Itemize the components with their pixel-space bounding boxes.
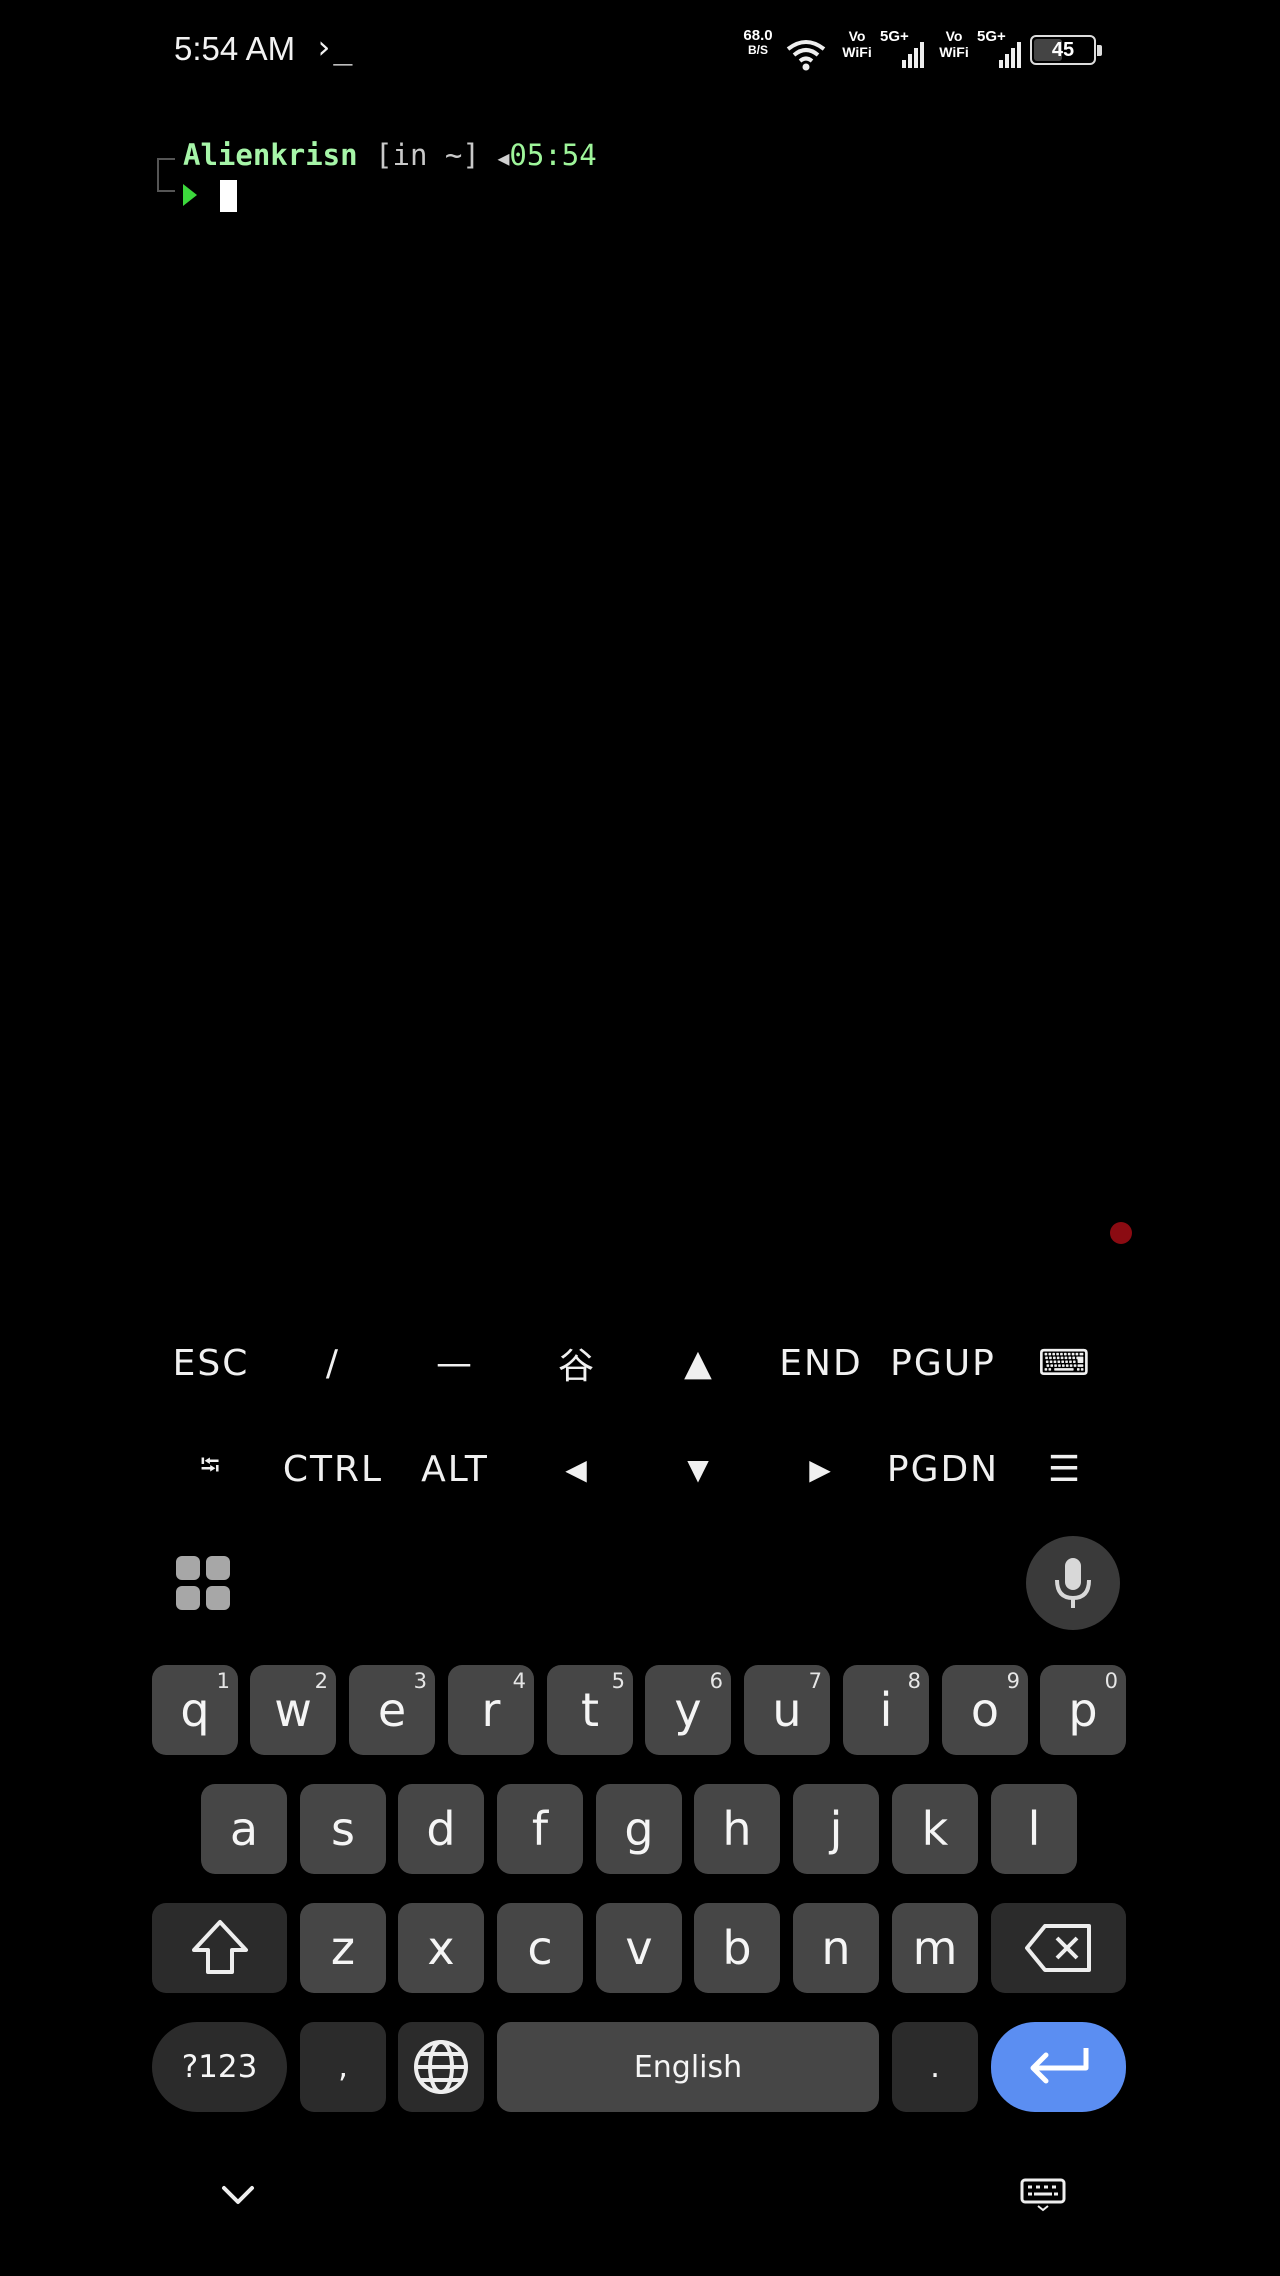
mic-icon [1055,1558,1091,1608]
battery-level: 45 [1051,39,1075,61]
prompt-time: 05:54 [509,138,597,172]
apps-grid-icon[interactable] [176,1556,230,1610]
prompt-line: Alienkrisn [in ~] ◀05:54 [183,138,597,172]
terminal-notification-icon: ›_ [314,28,353,66]
extra-key-up[interactable]: ▲ [638,1326,760,1400]
backspace-key[interactable] [991,1903,1126,1993]
prompt-directory: [in ~] [375,138,480,172]
key-q[interactable]: q1 [152,1665,238,1755]
extra-key-ctrl[interactable]: CTRL [272,1432,394,1506]
comma-key[interactable]: , [300,2022,386,2112]
extra-key-dash[interactable]: — [394,1326,516,1400]
key-w[interactable]: w2 [250,1665,336,1755]
extra-keys-row-2: ⭾ CTRL ALT ◀ ▼ ▶ PGDN ☰ [150,1432,1130,1506]
key-e[interactable]: e3 [349,1665,435,1755]
extra-key-home[interactable]: 谷 [516,1326,638,1400]
backspace-icon [1024,1924,1091,1972]
key-g[interactable]: g [596,1784,682,1874]
enter-icon [1030,2048,1088,2084]
status-bar: 5:54 AM ›_ 68.0 B/S Vo WiFi 5G+ Vo WiFi … [0,0,1280,100]
key-v[interactable]: v [596,1903,682,1993]
sim1-signal: 5G+ [880,28,928,74]
extra-key-left[interactable]: ◀ [516,1432,638,1506]
key-i[interactable]: i8 [843,1665,929,1755]
terminal-cursor [220,180,237,212]
extra-key-keyboard-icon[interactable]: ⌨ [1004,1326,1126,1400]
wifi-icon [786,40,826,71]
key-s[interactable]: s [300,1784,386,1874]
key-p[interactable]: p0 [1040,1665,1126,1755]
key-r[interactable]: r4 [448,1665,534,1755]
space-key[interactable]: English [497,2022,879,2112]
extra-key-esc[interactable]: ESC [150,1326,272,1400]
extra-key-slash[interactable]: / [272,1326,394,1400]
globe-icon [414,2040,468,2094]
prompt-bracket-decoration [157,158,175,192]
network-speed-unit: B/S [747,43,768,57]
prompt-caret-icon [183,184,197,206]
extra-key-menu-icon[interactable]: ☰ [1004,1432,1126,1506]
status-time: 5:54 AM [174,30,296,67]
extra-key-pgup[interactable]: PGUP [882,1326,1004,1400]
extra-key-pgdn[interactable]: PGDN [882,1432,1004,1506]
key-j[interactable]: j [793,1784,879,1874]
key-a[interactable]: a [201,1784,287,1874]
terminal-view[interactable]: Alienkrisn [in ~] ◀05:54 [0,100,1280,1310]
key-l[interactable]: l [991,1784,1077,1874]
sim2-signal: 5G+ [977,28,1025,74]
key-z[interactable]: z [300,1903,386,1993]
key-b[interactable]: b [694,1903,780,1993]
key-o[interactable]: o9 [942,1665,1028,1755]
key-f[interactable]: f [497,1784,583,1874]
network-speed-value: 68.0 [743,27,773,44]
voice-input-button[interactable] [1026,1536,1120,1630]
key-h[interactable]: h [694,1784,780,1874]
key-c[interactable]: c [497,1903,583,1993]
shift-key[interactable] [152,1903,287,1993]
language-key[interactable] [398,2022,484,2112]
prompt-arrow-icon: ◀ [497,146,510,170]
extra-key-end[interactable]: END [760,1326,882,1400]
period-key[interactable]: . [892,2022,978,2112]
key-d[interactable]: d [398,1784,484,1874]
key-u[interactable]: u7 [744,1665,830,1755]
extra-key-tab[interactable]: ⭾ [150,1432,272,1506]
chevron-down-icon[interactable] [220,2182,256,2206]
key-n[interactable]: n [793,1903,879,1993]
symbols-key[interactable]: ?123 [152,2022,287,2112]
key-t[interactable]: t5 [547,1665,633,1755]
navigation-bar [0,2160,1280,2260]
keyboard-toolbar [150,1530,1130,1634]
enter-key[interactable] [991,2022,1126,2112]
key-x[interactable]: x [398,1903,484,1993]
extra-key-right[interactable]: ▶ [760,1432,882,1506]
key-y[interactable]: y6 [645,1665,731,1755]
extra-key-down[interactable]: ▼ [638,1432,760,1506]
recording-indicator [1110,1222,1132,1244]
sim2-vowifi-label: Vo WiFi [939,28,969,60]
signal-bars-icon [902,42,924,68]
key-k[interactable]: k [892,1784,978,1874]
sim1-vowifi-label: Vo WiFi [842,28,872,60]
network-speed: 68.0 B/S [736,28,780,74]
signal-bars-icon [999,42,1021,68]
shift-icon [191,1920,248,1974]
key-m[interactable]: m [892,1903,978,1993]
extra-keys-row-1: ESC / — 谷 ▲ END PGUP ⌨ [150,1326,1130,1400]
keyboard-icon[interactable] [1020,2178,1066,2212]
prompt-user: Alienkrisn [183,138,358,172]
battery-icon: 45 [1030,35,1102,65]
extra-key-alt[interactable]: ALT [394,1432,516,1506]
